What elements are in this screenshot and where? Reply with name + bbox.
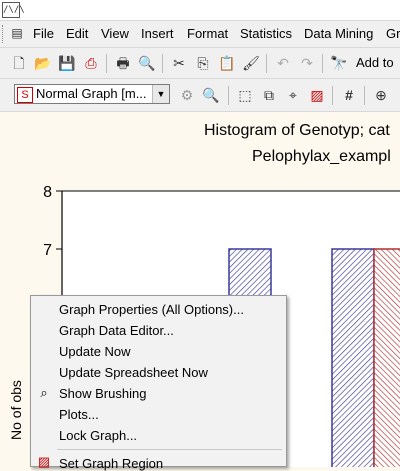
redo-icon[interactable]: ↷ <box>298 54 316 72</box>
toolbar-separator <box>332 86 333 105</box>
grid-icon[interactable]: # <box>340 86 358 104</box>
graph-style-icon: S <box>17 87 33 103</box>
zoom-brush-icon[interactable]: 🔍 <box>202 86 220 104</box>
new-file-icon[interactable]: 🗋 <box>10 54 28 72</box>
copy-icon[interactable]: ⎘ <box>194 54 212 72</box>
histogram-bar <box>331 248 375 467</box>
toolbar-separator <box>228 86 229 105</box>
undo-icon[interactable]: ↶ <box>274 54 292 72</box>
menu-item-graph-properties[interactable]: Graph Properties (All Options)... <box>59 302 244 317</box>
window-icon[interactable]: ▤ <box>8 24 26 42</box>
print-preview-icon[interactable]: 🔍 <box>138 54 156 72</box>
select-region-icon[interactable]: ⬚ <box>236 86 254 104</box>
toolbar-separator <box>364 86 365 105</box>
y-tick-label: 8 <box>43 184 52 201</box>
y-axis-label: No of obs <box>8 380 24 440</box>
menu-bar: ▤ File Edit View Insert Format Statistic… <box>0 21 400 48</box>
menu-item-lock-graph[interactable]: Lock Graph... <box>59 428 137 443</box>
context-menu: Graph Properties (All Options)... Graph … <box>30 295 287 471</box>
menu-item-update-now[interactable]: Update Now <box>59 344 131 359</box>
graph-region-icon[interactable]: ▨ <box>308 86 326 104</box>
toolbar-separator <box>266 54 267 73</box>
open-folder-icon[interactable]: 📂 <box>34 54 52 72</box>
menu-item-plots[interactable]: Plots... <box>59 407 99 422</box>
graph-region-icon: ▨ <box>37 454 51 469</box>
pdf-icon[interactable]: ⎙ <box>82 54 100 72</box>
zoom-in-icon[interactable]: ⊕ <box>372 86 390 104</box>
menu-format[interactable]: Format <box>187 26 228 41</box>
menubar-grip <box>2 25 7 43</box>
graph-type-select[interactable]: S Normal Graph [m... ▼ <box>14 84 170 104</box>
toolbar-separator <box>106 54 107 73</box>
graph-type-value: Normal Graph [m... <box>36 86 147 101</box>
menu-graphs[interactable]: Gr <box>386 26 400 41</box>
menu-item-show-brushing[interactable]: Show Brushing <box>59 386 146 401</box>
menu-item-update-spreadsheet-now[interactable]: Update Spreadsheet Now <box>59 365 208 380</box>
menu-insert[interactable]: Insert <box>141 26 174 41</box>
graph-toolbar: S Normal Graph [m... ▼ ⚙ 🔍 ⬚ ⧉ ⌖ ▨ # ⊕ <box>0 79 400 112</box>
toolbar-separator <box>322 54 323 73</box>
menu-statistics[interactable]: Statistics <box>240 26 292 41</box>
find-icon[interactable]: 🔭 <box>330 54 348 72</box>
brushing-icon: ⌕ <box>40 385 48 400</box>
menu-item-graph-data-editor[interactable]: Graph Data Editor... <box>59 323 174 338</box>
y-tick-label: 7 <box>43 242 52 259</box>
print-icon[interactable]: 🖶 <box>114 54 132 72</box>
menu-item-set-graph-region[interactable]: Set Graph Region <box>59 456 163 471</box>
brush-settings-icon[interactable]: ⚙ <box>178 86 196 104</box>
cut-icon[interactable]: ✂ <box>170 54 188 72</box>
standard-toolbar: 🗋 📂 💾 ⎙ 🖶 🔍 ✂ ⎘ 📋 🖌 ↶ ↷ 🔭 Add to <box>0 48 400 79</box>
toolbar-separator <box>162 54 163 73</box>
app-icon: /\/\ <box>2 2 25 18</box>
menu-data-mining[interactable]: Data Mining <box>304 26 373 41</box>
format-painter-icon[interactable]: 🖌 <box>242 54 260 72</box>
histogram-bar <box>373 248 400 467</box>
menu-view[interactable]: View <box>101 26 129 41</box>
chevron-down-icon[interactable]: ▼ <box>152 85 169 103</box>
paste-icon[interactable]: 📋 <box>218 54 236 72</box>
title-bar: /\/\ <box>0 0 400 21</box>
point-tool-icon[interactable]: ⌖ <box>284 86 302 104</box>
menu-separator <box>57 449 282 450</box>
graph-edit-icon[interactable]: ⧉ <box>260 86 278 104</box>
menu-file[interactable]: File <box>33 26 54 41</box>
add-to-button[interactable]: Add to <box>356 55 394 70</box>
save-icon[interactable]: 💾 <box>58 54 76 72</box>
menu-edit[interactable]: Edit <box>66 26 88 41</box>
